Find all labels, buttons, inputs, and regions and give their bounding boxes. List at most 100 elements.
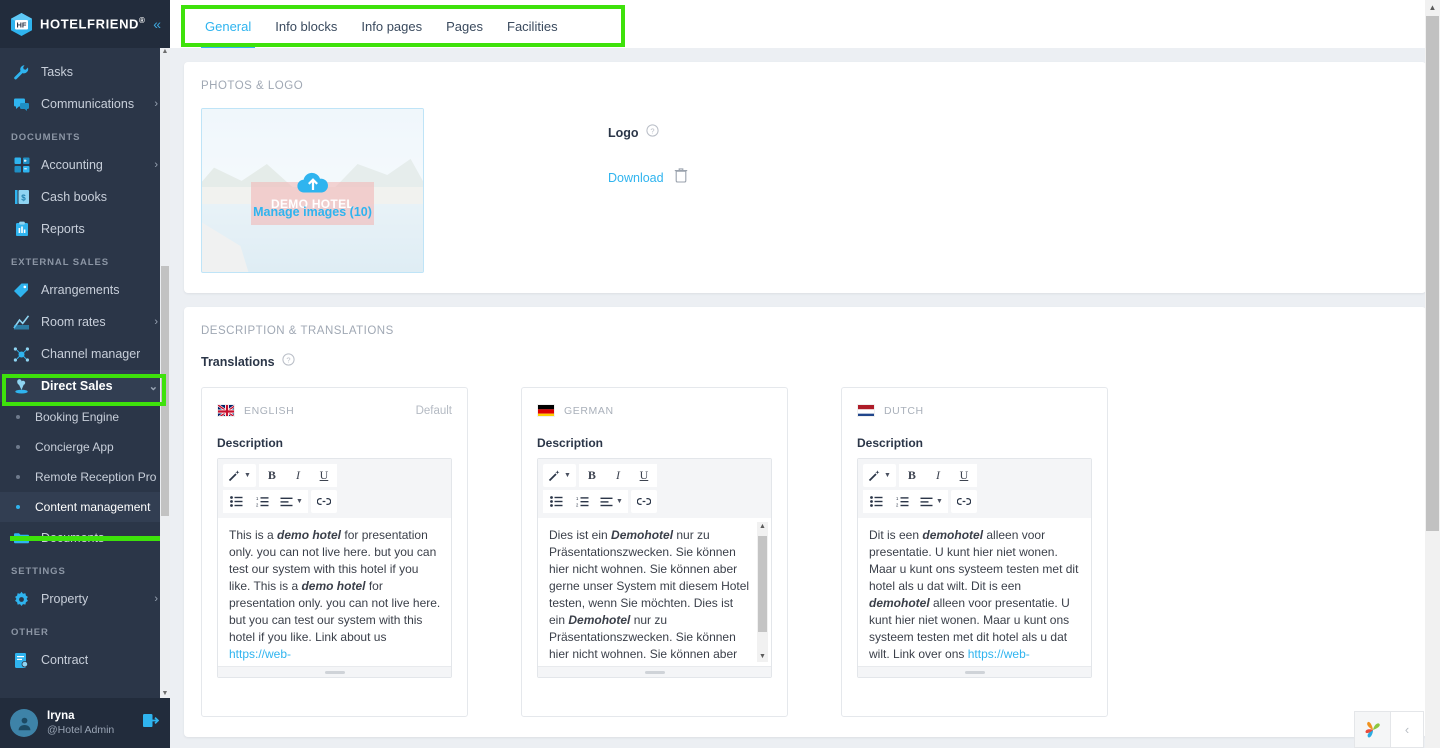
svg-text:1: 1 xyxy=(256,496,259,501)
desc-link-url[interactable]: https://web-dev.hotelfriend.com/b/compan… xyxy=(229,647,395,666)
bullet-list-icon[interactable] xyxy=(863,490,889,513)
editor-content-german[interactable]: Dies ist ein Demohotel nur zu Präsentati… xyxy=(538,518,771,666)
sidebar-item-property[interactable]: Property › xyxy=(0,583,170,615)
page-scrollbar-track[interactable]: ▲ xyxy=(1425,0,1440,748)
sidebar-subitem-booking-engine[interactable]: Booking Engine xyxy=(0,402,170,432)
bold-icon[interactable]: B xyxy=(898,464,925,487)
sidebar-subitem-label: Booking Engine xyxy=(35,410,120,424)
cloud-upload-icon[interactable] xyxy=(296,170,330,201)
editor-scrollbar-thumb[interactable] xyxy=(758,536,767,632)
translations-header: Translations ? xyxy=(201,353,1409,371)
link-icon[interactable] xyxy=(310,490,337,513)
sidebar-subitem-remote-reception-pro[interactable]: Remote Reception Pro xyxy=(0,462,170,492)
sidebar-item-arrangements[interactable]: Arrangements xyxy=(0,274,170,306)
align-icon[interactable]: ▼ xyxy=(915,490,948,513)
bullet-list-icon[interactable] xyxy=(223,490,249,513)
editor-resize-handle[interactable] xyxy=(538,666,771,677)
link-icon[interactable] xyxy=(950,490,977,513)
scroll-up-arrow-icon[interactable]: ▲ xyxy=(161,48,169,56)
italic-icon[interactable]: I xyxy=(284,464,311,487)
sidebar-brand[interactable]: HF HOTELFRIEND® « xyxy=(0,0,170,48)
sidebar-item-reports[interactable]: Reports xyxy=(0,213,170,245)
editor-toolbar: ▼ B I U 1 2 ▼ xyxy=(218,459,451,518)
scroll-up-arrow-icon[interactable]: ▲ xyxy=(757,522,768,532)
help-circle-icon[interactable]: ? xyxy=(282,353,295,371)
magic-wand-icon[interactable]: ▼ xyxy=(223,464,256,487)
sidebar-item-tasks[interactable]: Tasks xyxy=(0,56,170,88)
folder-icon xyxy=(12,529,31,548)
desc-bold-1: demohotel xyxy=(922,528,984,542)
bullet-dot-icon xyxy=(16,505,20,509)
sidebar-item-documents[interactable]: Documents xyxy=(0,522,170,554)
tab-info-pages[interactable]: Info pages xyxy=(349,19,434,48)
tab-info-blocks[interactable]: Info blocks xyxy=(263,19,349,48)
sidebar-scroll-area: Tasks Communications › DOCUMENTS Account… xyxy=(0,48,170,698)
magic-wand-icon[interactable]: ▼ xyxy=(863,464,896,487)
sidebar-item-cash-books[interactable]: $ Cash books xyxy=(0,181,170,213)
rich-text-editor-dutch[interactable]: ▼ B I U 1 2 ▼ Dit is een demohotel allee… xyxy=(857,458,1092,678)
manage-images-label[interactable]: Manage images (10) xyxy=(202,205,423,219)
scroll-down-arrow-icon[interactable]: ▼ xyxy=(161,690,169,698)
sidebar-item-room-rates[interactable]: Room rates › xyxy=(0,306,170,338)
scroll-up-arrow-icon[interactable]: ▲ xyxy=(1426,0,1439,16)
svg-text:2: 2 xyxy=(256,503,259,508)
editor-resize-handle[interactable] xyxy=(858,666,1091,677)
trash-icon[interactable] xyxy=(674,167,688,188)
scroll-down-arrow-icon[interactable]: ▼ xyxy=(757,652,768,662)
tab-general[interactable]: General xyxy=(193,19,263,48)
sidebar-item-contract[interactable]: Contract xyxy=(0,644,170,676)
numbered-list-icon[interactable]: 12 xyxy=(249,490,275,513)
help-circle-icon[interactable]: ? xyxy=(645,124,659,142)
numbered-list-icon[interactable]: 12 xyxy=(569,490,595,513)
sidebar-section-settings: SETTINGS xyxy=(11,566,66,577)
logo-column: Logo ? Download xyxy=(608,108,688,273)
sidebar-scrollbar-thumb[interactable] xyxy=(161,266,169,516)
manage-images-thumbnail[interactable]: DEMO HOTEL Manage images (10) xyxy=(201,108,424,273)
underline-icon[interactable]: U xyxy=(310,464,337,487)
sidebar-item-label: Arrangements xyxy=(41,283,120,297)
sidebar-scrollbar-track[interactable]: ▲ ▼ xyxy=(160,48,170,698)
bold-icon[interactable]: B xyxy=(258,464,285,487)
sidebar-item-accounting[interactable]: Accounting › xyxy=(0,149,170,181)
sidebar-item-direct-sales[interactable]: Direct Sales ⌄ xyxy=(0,370,170,402)
uk-flag-icon xyxy=(217,404,235,417)
align-icon[interactable]: ▼ xyxy=(595,490,628,513)
description-field-label: Description xyxy=(857,436,924,450)
tab-facilities[interactable]: Facilities xyxy=(495,19,570,48)
pinwheel-chat-icon[interactable] xyxy=(1354,711,1391,748)
editor-scrollbar-track[interactable]: ▲ ▼ xyxy=(757,522,768,662)
magic-wand-icon[interactable]: ▼ xyxy=(543,464,576,487)
bullet-list-icon[interactable] xyxy=(543,490,569,513)
desc-bold-1: demo hotel xyxy=(277,528,342,542)
rich-text-editor-german[interactable]: ▼ B I U 1 2 ▼ Dies ist ein Demohotel nur… xyxy=(537,458,772,678)
numbered-list-icon[interactable]: 12 xyxy=(889,490,915,513)
sidebar-subitem-content-management[interactable]: Content management xyxy=(0,492,170,522)
editor-content-english[interactable]: This is a demo hotel for presentation on… xyxy=(218,518,451,666)
resize-grip-icon xyxy=(644,670,665,674)
link-icon[interactable] xyxy=(630,490,657,513)
sidebar-item-communications[interactable]: Communications › xyxy=(0,88,170,120)
description-field-label: Description xyxy=(537,436,604,450)
tab-pages[interactable]: Pages xyxy=(434,19,495,48)
rich-text-editor-english[interactable]: ▼ B I U 1 2 ▼ This is a demo hotel for p… xyxy=(217,458,452,678)
brand-registered-mark: ® xyxy=(139,16,146,26)
sidebar-item-channel-manager[interactable]: Channel manager xyxy=(0,338,170,370)
download-logo-link[interactable]: Download xyxy=(608,171,664,185)
editor-resize-handle[interactable] xyxy=(218,666,451,677)
underline-icon[interactable]: U xyxy=(630,464,657,487)
sidebar-item-label: Channel manager xyxy=(41,347,141,361)
editor-content-dutch[interactable]: Dit is een demohotel alleen voor present… xyxy=(858,518,1091,666)
align-icon[interactable]: ▼ xyxy=(275,490,308,513)
chevron-down-icon: ⌄ xyxy=(148,380,158,393)
sidebar-subitem-concierge-app[interactable]: Concierge App xyxy=(0,432,170,462)
bold-icon[interactable]: B xyxy=(578,464,605,487)
clipboard-icon xyxy=(12,220,31,239)
chat-collapse-button[interactable]: ‹ xyxy=(1391,711,1424,748)
page-scrollbar-thumb[interactable] xyxy=(1426,16,1439,531)
italic-icon[interactable]: I xyxy=(924,464,951,487)
underline-icon[interactable]: U xyxy=(950,464,977,487)
logout-icon[interactable] xyxy=(142,712,160,734)
sidebar-user-panel[interactable]: Iryna @Hotel Admin xyxy=(0,698,170,748)
italic-icon[interactable]: I xyxy=(604,464,631,487)
chevrons-left-icon[interactable]: « xyxy=(153,17,161,31)
